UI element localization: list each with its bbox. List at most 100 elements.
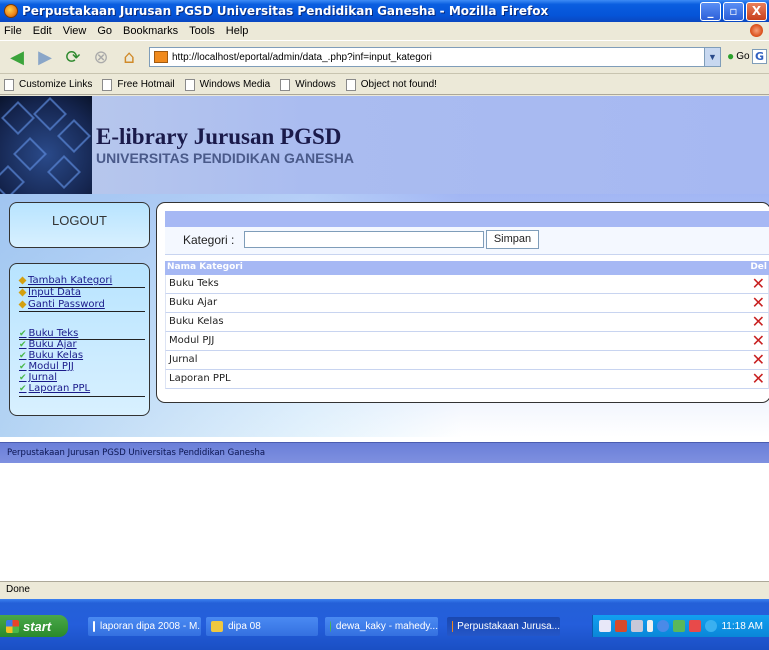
- sidebar-item-buku-kelas[interactable]: ✔ Buku Kelas: [19, 350, 83, 361]
- sidebar-item-modul-pjj[interactable]: ✔ Modul PJJ: [19, 361, 74, 372]
- site-header: E-library Jurusan PGSD UNIVERSITAS PENDI…: [0, 96, 769, 194]
- tray-volume-icon[interactable]: [689, 620, 701, 632]
- tray-help-icon[interactable]: [631, 620, 643, 632]
- url-dropdown-icon[interactable]: ▼: [704, 48, 720, 66]
- url-text[interactable]: http://localhost/eportal/admin/data_.php…: [172, 52, 704, 63]
- sidebar-item-buku-ajar[interactable]: ✔ Buku Ajar: [19, 339, 77, 350]
- footer-text: Perpustakaan Jurusan PGSD Universitas Pe…: [7, 448, 266, 458]
- go-label: Go: [736, 50, 750, 62]
- home-icon[interactable]: ⌂: [116, 44, 142, 70]
- tray-status-icon[interactable]: [705, 620, 717, 632]
- page-icon: [345, 78, 356, 91]
- sidebar-item-ganti-password[interactable]: Ganti Password: [18, 299, 105, 310]
- page-content: E-library Jurusan PGSD UNIVERSITAS PENDI…: [0, 96, 769, 581]
- taskbar-item-firefox[interactable]: Perpustakaan Jurusa...: [447, 617, 560, 636]
- table-row: Modul PJJ ✕: [165, 332, 769, 351]
- taskbar-item-folder[interactable]: dipa 08: [206, 617, 318, 636]
- folder-icon: [211, 621, 223, 632]
- delete-icon[interactable]: ✕: [752, 313, 765, 331]
- go-button[interactable]: ● Go: [727, 49, 750, 63]
- taskbar-clock: 11:18 AM: [721, 620, 763, 632]
- menu-view[interactable]: View: [63, 25, 87, 37]
- back-arrow-icon[interactable]: ◀: [4, 44, 30, 70]
- taskbar-item-word[interactable]: laporan dipa 2008 - M...: [88, 617, 201, 636]
- menu-bookmarks[interactable]: Bookmarks: [123, 25, 178, 37]
- site-footer: Perpustakaan Jurusan PGSD Universitas Pe…: [0, 442, 769, 463]
- checkmark-icon: ✔: [19, 372, 27, 383]
- menu-divider: [19, 396, 145, 397]
- bullet-icon: [18, 300, 27, 309]
- windows-logo-icon: [6, 619, 19, 633]
- throbber-icon: [750, 24, 763, 37]
- messenger-icon: [330, 621, 331, 632]
- tray-security-icon[interactable]: [673, 620, 685, 632]
- maximize-button[interactable]: ▫: [723, 1, 744, 21]
- address-bar[interactable]: http://localhost/eportal/admin/data_.php…: [149, 47, 721, 67]
- bookmark-object-not-found[interactable]: Object not found!: [345, 78, 437, 91]
- menu-divider: [19, 311, 145, 312]
- sidebar-item-tambah-kategori[interactable]: Tambah Kategori: [18, 275, 112, 286]
- menu-bar: File Edit View Go Bookmarks Tools Help: [0, 22, 769, 40]
- go-arrow-icon: ●: [727, 49, 735, 63]
- table-row: Buku Kelas ✕: [165, 313, 769, 332]
- navigation-toolbar: ◀ ▶ ⟳ ⊗ ⌂ http://localhost/eportal/admin…: [0, 40, 769, 74]
- category-name: Modul PJJ: [169, 335, 215, 346]
- checkmark-icon: ✔: [19, 350, 27, 361]
- google-search-icon[interactable]: G: [752, 49, 767, 64]
- menu-edit[interactable]: Edit: [33, 25, 52, 37]
- kategori-input[interactable]: [244, 231, 484, 248]
- menu-tools[interactable]: Tools: [189, 25, 215, 37]
- page-icon: [4, 78, 14, 91]
- forward-arrow-icon[interactable]: ▶: [32, 44, 58, 70]
- category-name: Jurnal: [169, 354, 198, 365]
- tray-app-icon[interactable]: [615, 620, 627, 632]
- windows-taskbar: start laporan dipa 2008 - M... dipa 08 d…: [0, 599, 769, 650]
- delete-icon[interactable]: ✕: [752, 275, 765, 293]
- header-logo-image: [0, 96, 92, 194]
- column-header-del: Del: [750, 262, 767, 272]
- delete-icon[interactable]: ✕: [752, 332, 765, 350]
- bookmark-windows-media[interactable]: Windows Media: [184, 78, 270, 91]
- menu-help[interactable]: Help: [226, 25, 249, 37]
- category-name: Buku Ajar: [169, 297, 218, 308]
- bookmark-free-hotmail[interactable]: Free Hotmail: [102, 78, 175, 91]
- close-button[interactable]: X: [746, 1, 767, 21]
- status-text: Done: [6, 584, 30, 595]
- status-bar: Done: [0, 581, 769, 599]
- category-panel: Kategori : Simpan Nama Kategori Del Buku…: [156, 202, 769, 403]
- reload-icon[interactable]: ⟳: [60, 44, 86, 70]
- menu-file[interactable]: File: [4, 25, 22, 37]
- delete-icon[interactable]: ✕: [752, 294, 765, 312]
- kategori-label: Kategori :: [183, 233, 235, 247]
- sidebar-item-jurnal[interactable]: ✔ Jurnal: [19, 372, 57, 383]
- taskbar-item-messenger[interactable]: dewa_kaky - mahedy...: [325, 617, 438, 636]
- stop-icon[interactable]: ⊗: [88, 44, 114, 70]
- menu-go[interactable]: Go: [97, 25, 112, 37]
- checkmark-icon: ✔: [19, 328, 27, 339]
- page-icon: [102, 78, 113, 91]
- page-icon: [280, 78, 291, 91]
- site-subtitle: UNIVERSITAS PENDIDIKAN GANESHA: [96, 150, 354, 166]
- tray-tool-icon[interactable]: [599, 620, 611, 632]
- tray-network-icon[interactable]: [647, 620, 653, 632]
- bookmarks-toolbar: Customize Links Free Hotmail Windows Med…: [0, 75, 769, 95]
- logout-link[interactable]: LOGOUT: [10, 213, 149, 228]
- site-favicon-icon: [154, 51, 168, 63]
- sidebar-item-input-data[interactable]: Input Data: [18, 287, 81, 298]
- minimize-button[interactable]: _: [700, 1, 721, 21]
- simpan-button[interactable]: Simpan: [486, 230, 539, 249]
- site-title: E-library Jurusan PGSD: [96, 124, 342, 149]
- tray-sync-icon[interactable]: [657, 620, 669, 632]
- sidebar-item-laporan-ppl[interactable]: ✔ Laporan PPL: [19, 383, 90, 394]
- start-button[interactable]: start: [0, 615, 68, 637]
- category-name: Buku Kelas: [169, 316, 224, 327]
- bookmark-windows[interactable]: Windows: [280, 78, 336, 91]
- window-titlebar[interactable]: Perpustakaan Jurusan PGSD Universitas Pe…: [0, 0, 769, 22]
- delete-icon[interactable]: ✕: [752, 370, 765, 388]
- window-title: Perpustakaan Jurusan PGSD Universitas Pe…: [22, 4, 549, 18]
- bookmark-customize-links[interactable]: Customize Links: [4, 78, 92, 91]
- page-icon: [184, 78, 195, 91]
- delete-icon[interactable]: ✕: [752, 351, 765, 369]
- sidebar-item-buku-teks[interactable]: ✔ Buku Teks: [19, 328, 78, 339]
- firefox-icon: [4, 4, 18, 18]
